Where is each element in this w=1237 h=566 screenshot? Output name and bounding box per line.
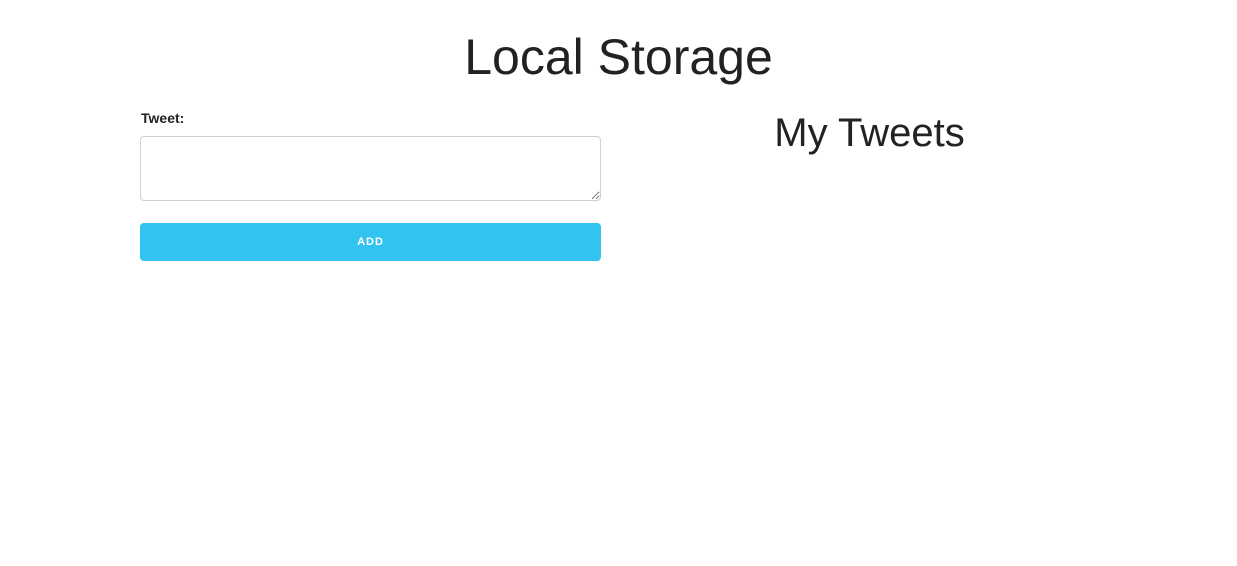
tweets-heading: My Tweets [774,111,965,155]
add-button[interactable]: ADD [140,223,601,261]
page: Local Storage Tweet: ADD My Tweets [0,0,1237,566]
page-title: Local Storage [464,29,773,85]
tweet-form: Tweet: ADD [140,108,601,261]
tweet-textarea[interactable] [140,136,601,201]
tweet-label: Tweet: [141,110,185,126]
tweets-section: My Tweets [637,108,1102,168]
